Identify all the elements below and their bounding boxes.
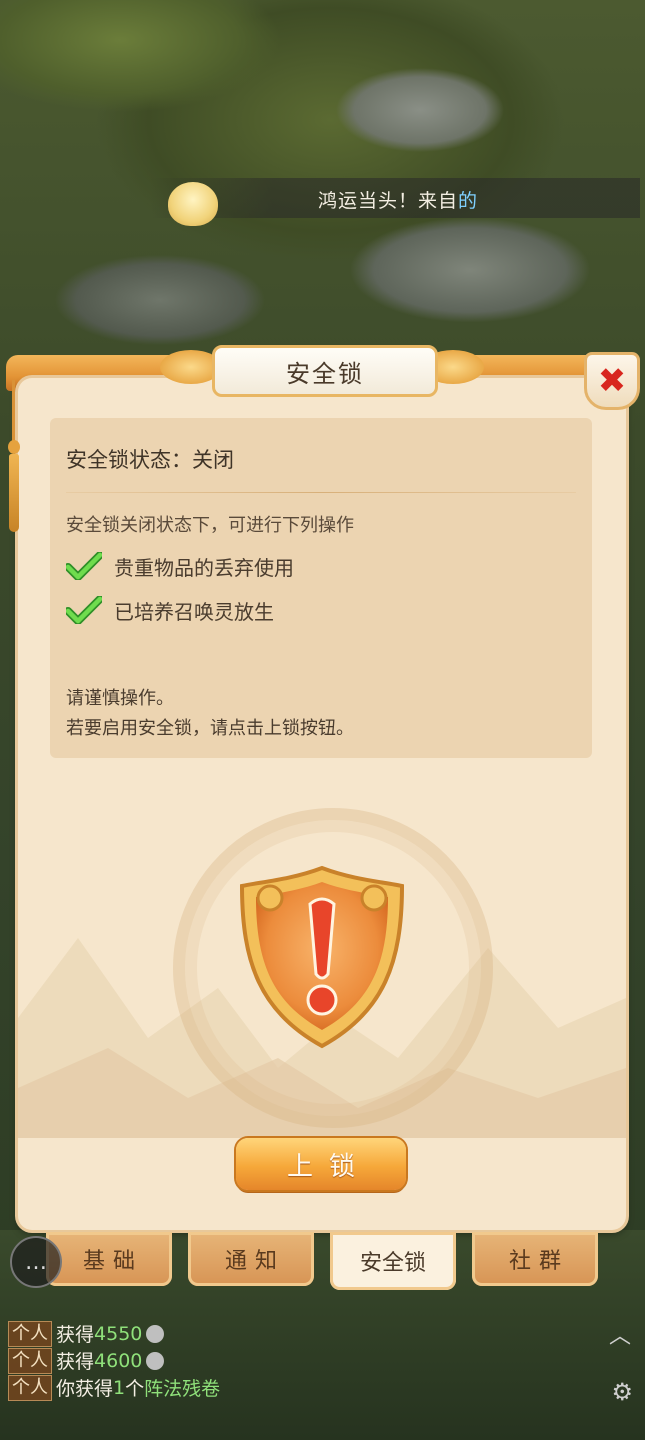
chat-channel-tag: 个人 <box>8 1374 52 1401</box>
silver-coin-icon <box>146 1324 165 1343</box>
tab-community[interactable]: 社群 <box>472 1232 598 1286</box>
tab-security-lock[interactable]: 安全锁 <box>330 1232 456 1290</box>
chat-log: 个人 获得 4550 个人 获得 4600 个人 你获得 1 个 阵法残卷 <box>8 1320 608 1401</box>
lock-description: 安全锁关闭状态下，可进行下列操作 <box>66 515 354 536</box>
banner-text: 鸿运当头！来自的 <box>318 190 479 212</box>
warning-shield-icon <box>239 865 405 1049</box>
check-icon <box>64 551 104 581</box>
close-icon: ✖ <box>597 361 627 401</box>
tab-basic[interactable]: 基础 <box>46 1232 172 1286</box>
banner-pet-icon <box>168 182 218 226</box>
chat-channel-tag: 个人 <box>8 1347 52 1374</box>
chevron-up-icon[interactable]: ︿ <box>609 1318 631 1350</box>
gear-icon[interactable]: ⚙ <box>611 1378 633 1406</box>
silver-coin-icon <box>146 1351 165 1370</box>
announcement-banner: 鸿运当头！来自的 <box>150 178 640 226</box>
divider <box>66 492 576 493</box>
chat-row: 个人 获得 4600 <box>8 1347 608 1374</box>
dialog-title-plate: 安全锁 <box>212 345 438 397</box>
chat-row: 个人 获得 4550 <box>8 1320 608 1347</box>
dialog-title: 安全锁 <box>286 359 364 388</box>
lock-status: 安全锁状态：关闭 <box>66 448 234 472</box>
permission-item: 已培养召唤灵放生 <box>64 594 274 626</box>
tab-notifications[interactable]: 通知 <box>188 1232 314 1286</box>
chat-bubble-icon[interactable]: … <box>10 1236 62 1288</box>
lock-info-box: 安全锁状态：关闭 安全锁关闭状态下，可进行下列操作 贵重物品的丢弃使用 已培养召… <box>50 418 592 758</box>
chat-channel-tag: 个人 <box>8 1320 52 1347</box>
note-instruction: 若要启用安全锁，请点击上锁按钮。 <box>66 718 354 739</box>
close-button[interactable]: ✖ <box>584 352 640 410</box>
lock-button[interactable]: 上锁 <box>236 1138 406 1190</box>
security-lock-dialog: 安全锁状态：关闭 安全锁关闭状态下，可进行下列操作 贵重物品的丢弃使用 已培养召… <box>18 378 626 1230</box>
note-caution: 请谨慎操作。 <box>66 688 174 709</box>
permission-item: 贵重物品的丢弃使用 <box>64 550 294 582</box>
tassel-decoration <box>6 380 22 532</box>
chat-row: 个人 你获得 1 个 阵法残卷 <box>8 1374 608 1401</box>
check-icon <box>64 595 104 625</box>
chat-item-link[interactable]: 阵法残卷 <box>144 1374 220 1401</box>
